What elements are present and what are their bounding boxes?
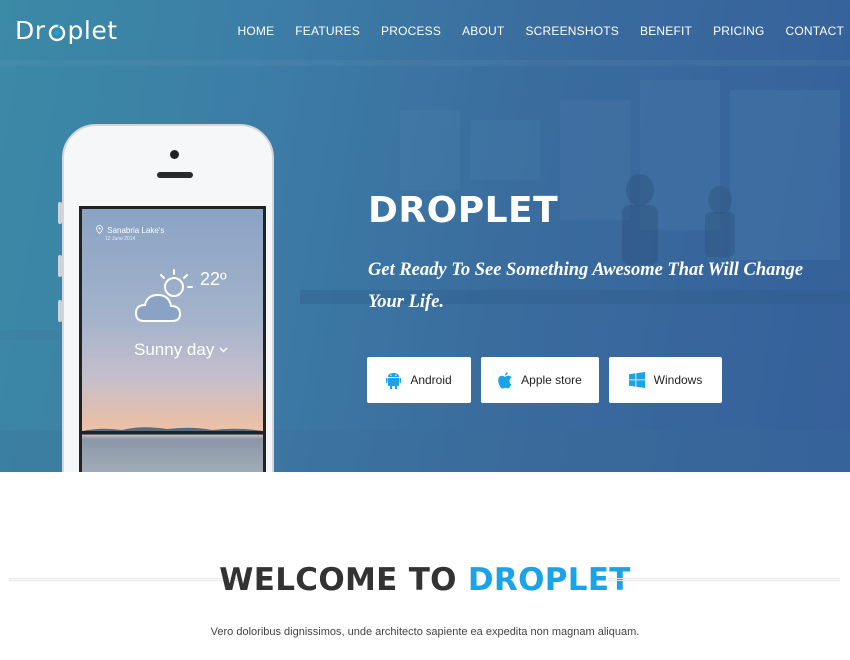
logo-text-post: plet xyxy=(67,16,118,45)
nav-item-pricing[interactable]: PRICING xyxy=(713,24,764,38)
phone-body: Sanabria Lake's 12 June 2014 22º Sunny d… xyxy=(62,124,274,472)
windows-icon xyxy=(628,372,645,388)
phone-camera xyxy=(170,150,179,159)
weather-condition-label: Sunny day xyxy=(134,340,215,359)
nav-item-about[interactable]: ABOUT xyxy=(462,24,504,38)
phone-mockup: Sanabria Lake's 12 June 2014 22º Sunny d… xyxy=(58,120,284,472)
welcome-title-accent: DROPLET xyxy=(467,562,631,598)
weather-location-name: Sanabria Lake's xyxy=(107,226,165,235)
android-download-button[interactable]: Android xyxy=(367,357,471,403)
brand-logo[interactable]: Dr plet xyxy=(15,16,118,45)
nav-item-contact[interactable]: CONTACT xyxy=(785,24,844,38)
weather-condition: Sunny day xyxy=(134,340,228,360)
nav-item-process[interactable]: PROCESS xyxy=(381,24,441,38)
apple-icon xyxy=(498,371,512,388)
welcome-title-main: WELCOME TO xyxy=(219,562,468,598)
windows-button-label: Windows xyxy=(653,373,703,387)
welcome-heading-row: WELCOME TO DROPLET xyxy=(0,560,850,600)
windows-download-button[interactable]: Windows xyxy=(609,357,722,403)
sun-cloud-icon xyxy=(134,269,193,322)
lake-landscape xyxy=(82,427,263,435)
nav-item-screenshots[interactable]: SCREENSHOTS xyxy=(525,24,619,38)
apple-button-label: Apple store xyxy=(521,373,582,387)
weather-location: Sanabria Lake's 12 June 2014 xyxy=(96,225,164,242)
logo-text-pre: Dr xyxy=(15,16,46,45)
hero-tagline: Get Ready To See Something Awesome That … xyxy=(368,260,804,312)
apple-store-button[interactable]: Apple store xyxy=(481,357,599,403)
android-icon xyxy=(386,372,402,389)
screen-divider xyxy=(82,431,263,434)
welcome-subtitle: Vero doloribus dignissimos, unde archite… xyxy=(210,626,640,638)
android-button-label: Android xyxy=(410,373,452,387)
chevron-down-icon xyxy=(219,347,228,353)
hero-title: DROPLET xyxy=(368,190,559,231)
main-nav: HOME FEATURES PROCESS ABOUT SCREENSHOTS … xyxy=(216,24,844,38)
phone-speaker xyxy=(157,172,193,178)
weather-date: 12 June 2014 xyxy=(105,236,136,242)
hero-section: Dr plet HOME FEATURES PROCESS ABOUT SCRE… xyxy=(0,0,850,472)
nav-item-features[interactable]: FEATURES xyxy=(295,24,360,38)
weather-temperature: 22º xyxy=(200,269,227,289)
weather-app-screen: Sanabria Lake's 12 June 2014 22º Sunny d… xyxy=(82,209,263,472)
nav-item-benefit[interactable]: BENEFIT xyxy=(640,24,692,38)
heading-divider-right xyxy=(608,578,840,581)
phone-screen: Sanabria Lake's 12 June 2014 22º Sunny d… xyxy=(79,206,266,472)
location-pin-icon xyxy=(96,225,103,235)
nav-item-home[interactable]: HOME xyxy=(237,24,274,38)
droplet-logo-icon xyxy=(48,23,65,41)
